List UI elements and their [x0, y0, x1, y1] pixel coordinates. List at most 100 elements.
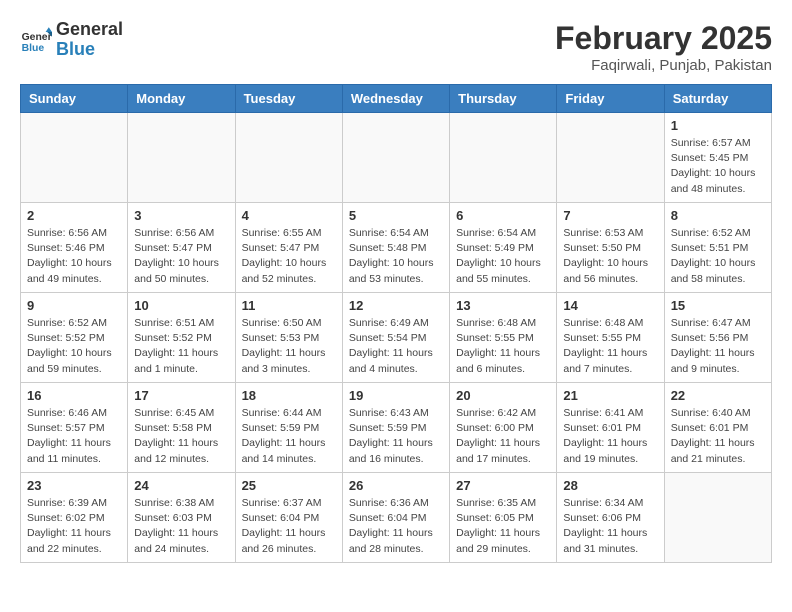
day-info: Sunrise: 6:42 AM Sunset: 6:00 PM Dayligh…	[456, 406, 550, 467]
day-info: Sunrise: 6:52 AM Sunset: 5:51 PM Dayligh…	[671, 226, 765, 287]
day-number: 19	[349, 388, 443, 403]
day-number: 22	[671, 388, 765, 403]
calendar-cell: 18Sunrise: 6:44 AM Sunset: 5:59 PM Dayli…	[235, 383, 342, 473]
weekday-header-monday: Monday	[128, 85, 235, 113]
day-info: Sunrise: 6:53 AM Sunset: 5:50 PM Dayligh…	[563, 226, 657, 287]
day-info: Sunrise: 6:41 AM Sunset: 6:01 PM Dayligh…	[563, 406, 657, 467]
logo-blue-text: Blue	[56, 40, 123, 60]
weekday-header-sunday: Sunday	[21, 85, 128, 113]
title-block: February 2025 Faqirwali, Punjab, Pakista…	[555, 20, 772, 74]
calendar-week-row: 9 Sunrise: 6:52 AM Sunset: 5:52 PM Daylig…	[21, 293, 772, 383]
calendar-cell	[557, 113, 664, 203]
calendar-cell: 11 Sunrise: 6:50 AM Sunset: 5:53 PM Dayli…	[235, 293, 342, 383]
day-number: 28	[563, 478, 657, 493]
page-header: General Blue General Blue February 2025 …	[20, 20, 772, 74]
calendar-cell: 9 Sunrise: 6:52 AM Sunset: 5:52 PM Daylig…	[21, 293, 128, 383]
logo-general-text: General	[56, 20, 123, 40]
calendar-cell: 13 Sunrise: 6:48 AM Sunset: 5:55 PM Dayli…	[450, 293, 557, 383]
weekday-header-friday: Friday	[557, 85, 664, 113]
day-info: Sunrise: 6:49 AM Sunset: 5:54 PM Dayligh…	[349, 316, 443, 377]
calendar-cell: 22 Sunrise: 6:40 AM Sunset: 6:01 PM Dayli…	[664, 383, 771, 473]
calendar-cell: 26 Sunrise: 6:36 AM Sunset: 6:04 PM Dayli…	[342, 473, 449, 563]
calendar-cell: 10 Sunrise: 6:51 AM Sunset: 5:52 PM Dayli…	[128, 293, 235, 383]
calendar-cell	[128, 113, 235, 203]
day-number: 9	[27, 298, 121, 313]
day-info: Sunrise: 6:48 AM Sunset: 5:55 PM Dayligh…	[563, 316, 657, 377]
logo: General Blue General Blue	[20, 20, 123, 60]
day-info: Sunrise: 6:37 AM Sunset: 6:04 PM Dayligh…	[242, 496, 336, 557]
calendar-cell: 27 Sunrise: 6:35 AM Sunset: 6:05 PM Dayli…	[450, 473, 557, 563]
calendar-cell	[664, 473, 771, 563]
calendar-cell: 28 Sunrise: 6:34 AM Sunset: 6:06 PM Dayli…	[557, 473, 664, 563]
day-info: Sunrise: 6:34 AM Sunset: 6:06 PM Dayligh…	[563, 496, 657, 557]
day-info: Sunrise: 6:56 AM Sunset: 5:46 PM Dayligh…	[27, 226, 121, 287]
calendar-cell: 7 Sunrise: 6:53 AM Sunset: 5:50 PM Daylig…	[557, 203, 664, 293]
day-number: 8	[671, 208, 765, 223]
day-number: 27	[456, 478, 550, 493]
calendar-week-row: 16Sunrise: 6:46 AM Sunset: 5:57 PM Dayli…	[21, 383, 772, 473]
day-info: Sunrise: 6:40 AM Sunset: 6:01 PM Dayligh…	[671, 406, 765, 467]
day-number: 11	[242, 298, 336, 313]
calendar-cell: 16Sunrise: 6:46 AM Sunset: 5:57 PM Dayli…	[21, 383, 128, 473]
day-number: 21	[563, 388, 657, 403]
calendar-week-row: 2Sunrise: 6:56 AM Sunset: 5:46 PM Daylig…	[21, 203, 772, 293]
calendar-cell: 12 Sunrise: 6:49 AM Sunset: 5:54 PM Dayli…	[342, 293, 449, 383]
day-number: 14	[563, 298, 657, 313]
day-number: 12	[349, 298, 443, 313]
day-number: 15	[671, 298, 765, 313]
calendar-header-row: SundayMondayTuesdayWednesdayThursdayFrid…	[21, 85, 772, 113]
day-info: Sunrise: 6:35 AM Sunset: 6:05 PM Dayligh…	[456, 496, 550, 557]
calendar-cell: 1 Sunrise: 6:57 AM Sunset: 5:45 PM Daylig…	[664, 113, 771, 203]
calendar-cell: 23 Sunrise: 6:39 AM Sunset: 6:02 PM Dayli…	[21, 473, 128, 563]
calendar-cell: 3Sunrise: 6:56 AM Sunset: 5:47 PM Daylig…	[128, 203, 235, 293]
day-number: 26	[349, 478, 443, 493]
day-info: Sunrise: 6:54 AM Sunset: 5:48 PM Dayligh…	[349, 226, 443, 287]
day-number: 1	[671, 118, 765, 133]
day-info: Sunrise: 6:38 AM Sunset: 6:03 PM Dayligh…	[134, 496, 228, 557]
calendar-cell: 21 Sunrise: 6:41 AM Sunset: 6:01 PM Dayli…	[557, 383, 664, 473]
day-number: 13	[456, 298, 550, 313]
day-number: 16	[27, 388, 121, 403]
weekday-header-thursday: Thursday	[450, 85, 557, 113]
calendar-week-row: 23 Sunrise: 6:39 AM Sunset: 6:02 PM Dayli…	[21, 473, 772, 563]
month-year: February 2025	[555, 20, 772, 57]
day-number: 20	[456, 388, 550, 403]
day-info: Sunrise: 6:50 AM Sunset: 5:53 PM Dayligh…	[242, 316, 336, 377]
calendar-cell	[450, 113, 557, 203]
calendar-cell	[21, 113, 128, 203]
svg-text:General: General	[22, 32, 52, 43]
day-info: Sunrise: 6:48 AM Sunset: 5:55 PM Dayligh…	[456, 316, 550, 377]
day-info: Sunrise: 6:47 AM Sunset: 5:56 PM Dayligh…	[671, 316, 765, 377]
day-info: Sunrise: 6:44 AM Sunset: 5:59 PM Dayligh…	[242, 406, 336, 467]
day-number: 7	[563, 208, 657, 223]
svg-text:Blue: Blue	[22, 43, 45, 54]
weekday-header-saturday: Saturday	[664, 85, 771, 113]
calendar-cell: 15 Sunrise: 6:47 AM Sunset: 5:56 PM Dayli…	[664, 293, 771, 383]
day-info: Sunrise: 6:54 AM Sunset: 5:49 PM Dayligh…	[456, 226, 550, 287]
calendar-cell	[342, 113, 449, 203]
day-info: Sunrise: 6:43 AM Sunset: 5:59 PM Dayligh…	[349, 406, 443, 467]
day-info: Sunrise: 6:39 AM Sunset: 6:02 PM Dayligh…	[27, 496, 121, 557]
day-number: 17	[134, 388, 228, 403]
calendar-cell: 4Sunrise: 6:55 AM Sunset: 5:47 PM Daylig…	[235, 203, 342, 293]
day-info: Sunrise: 6:55 AM Sunset: 5:47 PM Dayligh…	[242, 226, 336, 287]
calendar-cell: 5Sunrise: 6:54 AM Sunset: 5:48 PM Daylig…	[342, 203, 449, 293]
day-number: 23	[27, 478, 121, 493]
location: Faqirwali, Punjab, Pakistan	[555, 57, 772, 74]
calendar-week-row: 1 Sunrise: 6:57 AM Sunset: 5:45 PM Daylig…	[21, 113, 772, 203]
weekday-header-wednesday: Wednesday	[342, 85, 449, 113]
day-info: Sunrise: 6:52 AM Sunset: 5:52 PM Dayligh…	[27, 316, 121, 377]
calendar-cell: 24Sunrise: 6:38 AM Sunset: 6:03 PM Dayli…	[128, 473, 235, 563]
day-info: Sunrise: 6:51 AM Sunset: 5:52 PM Dayligh…	[134, 316, 228, 377]
day-number: 25	[242, 478, 336, 493]
calendar-cell: 14 Sunrise: 6:48 AM Sunset: 5:55 PM Dayli…	[557, 293, 664, 383]
calendar-cell: 2Sunrise: 6:56 AM Sunset: 5:46 PM Daylig…	[21, 203, 128, 293]
day-info: Sunrise: 6:57 AM Sunset: 5:45 PM Dayligh…	[671, 136, 765, 197]
calendar-cell: 6Sunrise: 6:54 AM Sunset: 5:49 PM Daylig…	[450, 203, 557, 293]
day-number: 10	[134, 298, 228, 313]
day-info: Sunrise: 6:36 AM Sunset: 6:04 PM Dayligh…	[349, 496, 443, 557]
calendar-cell: 25 Sunrise: 6:37 AM Sunset: 6:04 PM Dayli…	[235, 473, 342, 563]
calendar-cell: 19 Sunrise: 6:43 AM Sunset: 5:59 PM Dayli…	[342, 383, 449, 473]
calendar-cell: 8 Sunrise: 6:52 AM Sunset: 5:51 PM Daylig…	[664, 203, 771, 293]
calendar-table: SundayMondayTuesdayWednesdayThursdayFrid…	[20, 84, 772, 563]
